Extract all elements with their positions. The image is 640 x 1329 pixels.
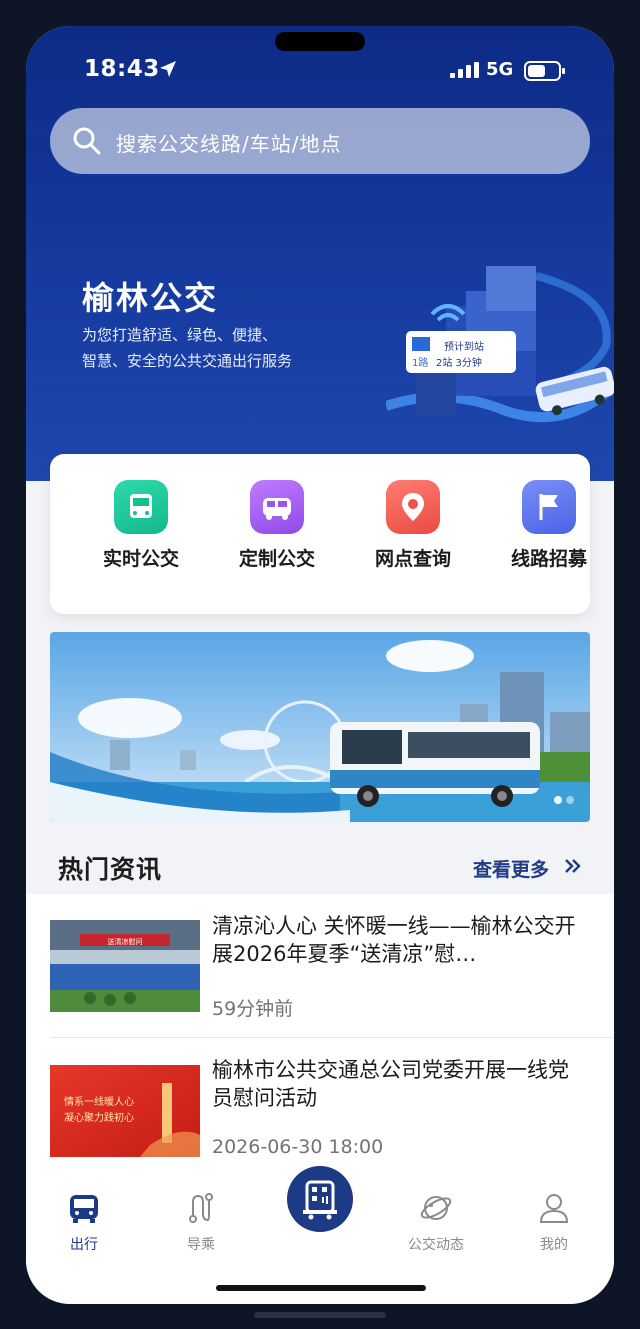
tab-label: 公交动态 [408, 1237, 464, 1253]
location-arrow-icon [160, 61, 176, 77]
thumb-text: 凝心聚力践初心 [64, 1111, 134, 1124]
camera-notch [275, 32, 365, 51]
home-indicator [216, 1285, 426, 1291]
route-path-icon [189, 1193, 213, 1223]
news-time: 2026-06-30 18:00 [212, 1136, 384, 1158]
double-chevron-right-icon[interactable] [564, 857, 582, 875]
phone-screen: 18:43 5G 搜索公交线路/车站/地点 榆林公交 为您打造舒适、绿色、便捷、 [26, 26, 614, 1304]
bus-city-banner-image [50, 632, 590, 822]
thumb-text: 情系一线暖人心 [64, 1095, 134, 1108]
device-bottom-bar [254, 1312, 386, 1318]
network-type: 5G [486, 59, 514, 80]
quick-action-route-recruit[interactable]: 线路招募 [494, 480, 604, 571]
quick-action-outlet-search[interactable]: 网点查询 [358, 480, 468, 571]
news-item[interactable]: 情系一线暖人心 凝心聚力践初心 榆林市公共交通总公司党委开展一线党员慰问活动 2… [26, 1038, 614, 1178]
tab-profile[interactable]: 我的 [514, 1190, 594, 1254]
brand-subtitle-line1: 为您打造舒适、绿色、便捷、 [82, 326, 278, 344]
news-thumbnail: 送清凉慰问 [50, 920, 200, 1012]
status-time: 18:43 [84, 56, 160, 82]
qr-scan-icon [303, 1180, 337, 1220]
planet-icon [420, 1196, 452, 1220]
view-more-link[interactable]: 查看更多 [473, 855, 549, 882]
brand-subtitle-line2: 智慧、安全的公共交通出行服务 [82, 352, 293, 370]
search-bar[interactable]: 搜索公交线路/车站/地点 [50, 108, 590, 174]
quick-actions-card: 实时公交 定制公交 网点查询 线路招募 [50, 454, 590, 614]
tab-label: 导乘 [187, 1237, 215, 1253]
van-icon [250, 480, 304, 534]
flag-icon [522, 480, 576, 534]
quick-action-label: 实时公交 [102, 548, 179, 570]
tab-guide[interactable]: 导乘 [161, 1190, 241, 1254]
tab-travel[interactable]: 出行 [44, 1190, 124, 1254]
scan-code-button[interactable] [287, 1166, 353, 1232]
tab-label: 我的 [540, 1237, 568, 1253]
bus-front-icon [70, 1195, 98, 1223]
news-title: 榆林市公共交通总公司党委开展一线党员慰问活动 [212, 1058, 569, 1110]
quick-action-label: 定制公交 [238, 548, 315, 570]
thumb-text: 送清凉慰问 [108, 937, 143, 946]
sign-eta-label: 预计到站 [444, 340, 484, 353]
bus-icon [114, 480, 168, 534]
news-list: 送清凉慰问 清凉沁人心 关怀暖一线——榆林公交开展2026年夏季“送清凉”慰… … [26, 894, 614, 1178]
hero-header: 18:43 5G 搜索公交线路/车站/地点 榆林公交 为您打造舒适、绿色、便捷、 [26, 26, 614, 481]
sign-route: 1路 [412, 356, 428, 369]
brand-title: 榆林公交 [82, 279, 219, 317]
news-item[interactable]: 送清凉慰问 清凉沁人心 关怀暖一线——榆林公交开展2026年夏季“送清凉”慰… … [26, 894, 614, 1038]
bottom-tab-bar: 出行 导乘 公交动态 我的 [26, 1160, 614, 1304]
quick-action-custom-bus[interactable]: 定制公交 [222, 480, 332, 571]
battery-icon [524, 61, 565, 81]
tab-bus-news[interactable]: 公交动态 [396, 1190, 476, 1254]
search-icon [73, 127, 101, 155]
news-title: 清凉沁人心 关怀暖一线——榆林公交开展2026年夏季“送清凉”慰… [212, 914, 576, 966]
location-search-icon [386, 480, 440, 534]
cellular-signal-icon [450, 62, 479, 78]
tab-label: 出行 [70, 1237, 98, 1253]
smart-city-bus-illustration: 1路 预计到站 2站 3分钟 [386, 266, 614, 423]
brand-subtitle: 为您打造舒适、绿色、便捷、 智慧、安全的公共交通出行服务 [82, 322, 352, 374]
quick-action-realtime-bus[interactable]: 实时公交 [86, 480, 196, 571]
quick-action-label: 线路招募 [510, 548, 587, 570]
search-placeholder: 搜索公交线路/车站/地点 [116, 132, 342, 156]
quick-action-label: 网点查询 [374, 548, 451, 570]
news-section-title: 热门资讯 [58, 855, 163, 884]
news-thumbnail: 情系一线暖人心 凝心聚力践初心 [50, 1065, 200, 1157]
sign-eta-detail: 2站 3分钟 [436, 356, 482, 369]
user-icon [539, 1194, 569, 1223]
news-time: 59分钟前 [212, 998, 294, 1020]
promo-banner[interactable] [50, 632, 590, 822]
